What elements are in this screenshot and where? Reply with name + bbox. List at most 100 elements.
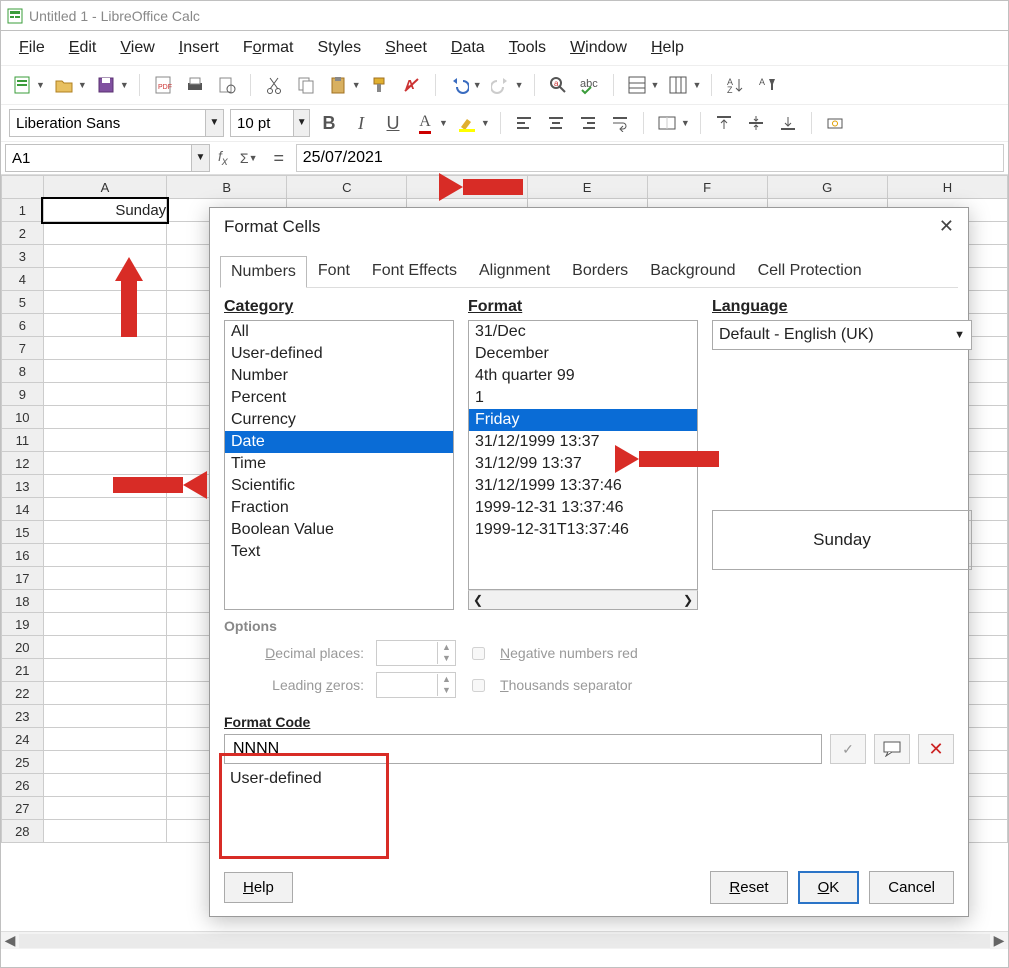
row-header[interactable]: 23 [2,705,44,728]
menu-file[interactable]: File [7,35,57,61]
category-item[interactable]: Scientific [225,475,453,497]
row-header[interactable]: 26 [2,774,44,797]
row-header[interactable]: 21 [2,659,44,682]
cell[interactable] [43,636,167,659]
font-color-button[interactable]: A▼ [412,110,448,136]
align-left-button[interactable] [511,110,537,136]
currency-button[interactable] [822,110,848,136]
row-header[interactable]: 27 [2,797,44,820]
category-item[interactable]: All [225,321,453,343]
menu-data[interactable]: Data [439,35,497,61]
dropdown-icon[interactable]: ▼ [954,329,965,341]
export-pdf-button[interactable]: PDF [150,72,176,98]
valign-middle-button[interactable] [743,110,769,136]
cell[interactable] [43,268,167,291]
format-item[interactable]: 1 [469,387,697,409]
tab-alignment[interactable]: Alignment [468,255,561,287]
ok-button[interactable]: OK [798,871,860,904]
underline-button[interactable]: U [380,110,406,136]
spellcheck-button[interactable]: abc [577,72,603,98]
comment-button[interactable] [874,734,910,764]
cell[interactable] [43,429,167,452]
format-item[interactable]: 31/Dec [469,321,697,343]
row-button[interactable]: ▼ [624,72,660,98]
tab-font[interactable]: Font [307,255,361,287]
clear-format-button[interactable]: A [399,72,425,98]
cell[interactable] [43,222,167,245]
column-header[interactable]: F [647,176,767,199]
cell[interactable] [43,567,167,590]
format-item[interactable]: December [469,343,697,365]
font-size-input[interactable] [231,115,293,132]
align-right-button[interactable] [575,110,601,136]
cell[interactable] [43,521,167,544]
find-button[interactable]: a [545,72,571,98]
format-listbox[interactable]: 31/DecDecember4th quarter 991Friday31/12… [468,320,698,590]
wrap-text-button[interactable] [607,110,633,136]
row-header[interactable]: 4 [2,268,44,291]
sum-button[interactable]: Σ ▼ [236,145,262,171]
row-header[interactable]: 16 [2,544,44,567]
column-header[interactable]: H [887,176,1007,199]
row-header[interactable]: 28 [2,820,44,843]
cell[interactable] [43,245,167,268]
format-item[interactable]: 31/12/1999 13:37:46 [469,475,697,497]
row-header[interactable]: 3 [2,245,44,268]
cell[interactable] [43,383,167,406]
column-header[interactable]: A [43,176,167,199]
bold-button[interactable]: B [316,110,342,136]
sort-button[interactable]: AZ [722,72,748,98]
cell-A1[interactable]: Sunday [43,199,167,222]
row-header[interactable]: 25 [2,751,44,774]
column-header[interactable]: E [527,176,647,199]
font-name-input[interactable] [10,115,205,132]
close-icon[interactable]: ✕ [939,216,954,237]
row-header[interactable]: 22 [2,682,44,705]
category-listbox[interactable]: AllUser-definedNumberPercentCurrencyDate… [224,320,454,610]
row-header[interactable]: 9 [2,383,44,406]
row-header[interactable]: 24 [2,728,44,751]
menu-format[interactable]: Format [231,35,306,61]
menu-sheet[interactable]: Sheet [373,35,439,61]
format-item[interactable]: 4th quarter 99 [469,365,697,387]
menu-tools[interactable]: Tools [497,35,558,61]
cell[interactable] [43,728,167,751]
horizontal-scrollbar[interactable]: ◀ ▶ [1,931,1008,949]
dropdown-icon[interactable]: ▼ [191,145,209,171]
dropdown-icon[interactable]: ▼ [205,110,223,136]
clone-format-button[interactable] [367,72,393,98]
category-item[interactable]: Date [225,431,453,453]
format-item[interactable]: 31/12/99 13:37 [469,453,697,475]
category-item[interactable]: User-defined [225,343,453,365]
fx-icon[interactable]: fx [214,148,232,168]
merge-button[interactable]: ▼ [654,110,690,136]
column-button[interactable]: ▼ [665,72,701,98]
cut-button[interactable] [261,72,287,98]
menu-help[interactable]: Help [639,35,696,61]
category-item[interactable]: Boolean Value [225,519,453,541]
menu-styles[interactable]: Styles [306,35,374,61]
name-box[interactable]: ▼ [5,144,210,172]
tab-numbers[interactable]: Numbers [220,256,307,288]
paste-button[interactable]: ▼ [325,72,361,98]
column-header[interactable]: C [287,176,407,199]
save-button[interactable]: ▼ [93,72,129,98]
cell[interactable] [43,797,167,820]
copy-button[interactable] [293,72,319,98]
undo-button[interactable]: ▼ [446,72,482,98]
cell[interactable] [43,452,167,475]
menu-insert[interactable]: Insert [167,35,231,61]
column-header[interactable]: B [167,176,287,199]
cell[interactable] [43,613,167,636]
cell[interactable] [43,544,167,567]
cell[interactable] [43,682,167,705]
row-header[interactable]: 17 [2,567,44,590]
row-header[interactable]: 15 [2,521,44,544]
format-hscroll[interactable]: ❮❯ [468,590,698,610]
row-header[interactable]: 20 [2,636,44,659]
row-header[interactable]: 19 [2,613,44,636]
valign-bottom-button[interactable] [775,110,801,136]
name-box-input[interactable] [6,150,191,167]
format-item[interactable]: 1999-12-31T13:37:46 [469,519,697,541]
equals-button[interactable]: = [266,145,292,171]
